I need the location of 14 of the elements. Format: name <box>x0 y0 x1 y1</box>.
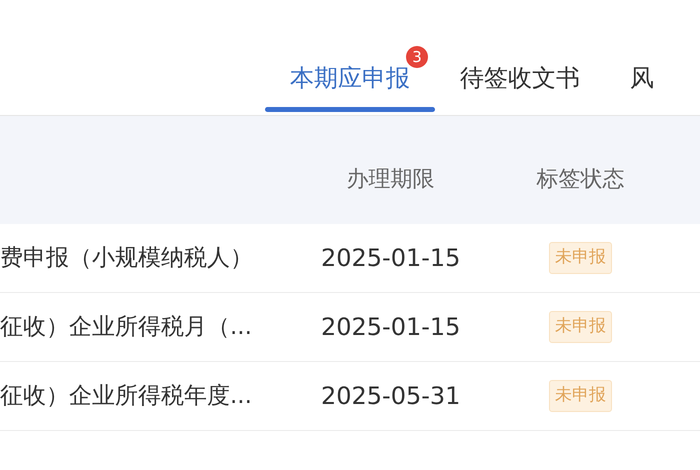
status-tag: 未申报 <box>548 380 612 412</box>
table-cell-text: 2025-01-15 <box>320 243 460 274</box>
table-cell-text: 2025-05-31 <box>320 381 460 412</box>
count-badge: 3 <box>406 46 428 68</box>
tab[interactable]: 待签收文书 <box>460 60 580 96</box>
table-cell: 费申报（小规模纳税人） <box>0 244 253 271</box>
tab[interactable]: 风 <box>630 60 654 96</box>
column-header: 标签状态 <box>536 166 624 194</box>
table-cell-text: 2025-01-15 <box>320 312 460 343</box>
status-tag: 未申报 <box>548 242 612 274</box>
status-tag: 未申报 <box>548 311 612 343</box>
table-cell: 征收）企业所得税月（... <box>0 314 252 340</box>
table-cell: 征收）企业所得税年度... <box>0 382 252 409</box>
column-header: 办理期限 <box>346 166 435 194</box>
